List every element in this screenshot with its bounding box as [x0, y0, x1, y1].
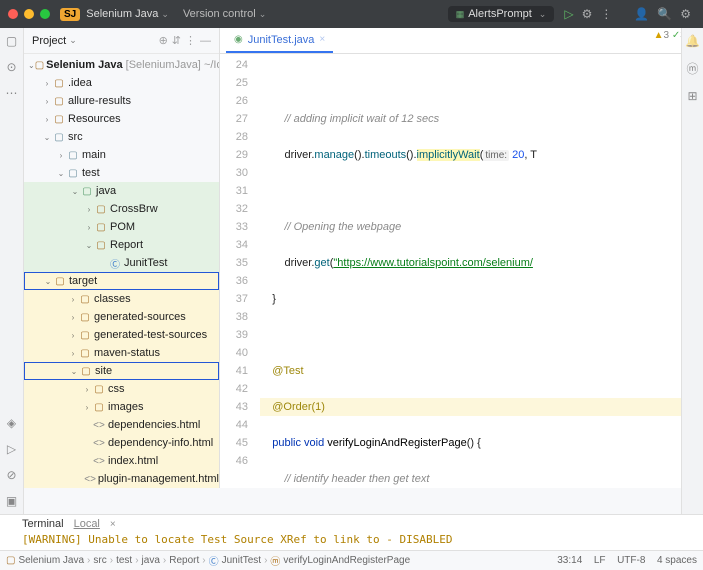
close-icon[interactable]: [8, 9, 18, 19]
tree-node-pom[interactable]: ›▢POM: [24, 218, 219, 236]
tree-node-classes[interactable]: ›▢classes: [24, 290, 219, 308]
tree-node-site[interactable]: ⌄▢site: [24, 362, 219, 380]
git-icon[interactable]: ◈: [7, 416, 16, 430]
notifications-icon[interactable]: 🔔: [685, 34, 700, 48]
tree-node-css[interactable]: ›▢css: [24, 380, 219, 398]
right-tool-rail: 🔔 ⓜ ⊞: [681, 28, 703, 514]
code-editor[interactable]: 2425262728293031323334353637383940414243…: [220, 54, 703, 488]
maximize-icon[interactable]: [40, 9, 50, 19]
tree-node-maven[interactable]: ›▢maven-status: [24, 344, 219, 362]
run-config-selector[interactable]: ▦ AlertsPrompt ⌄: [448, 6, 555, 22]
breadcrumb-item[interactable]: JunitTest: [222, 555, 261, 566]
maven-icon[interactable]: ⓜ: [686, 60, 698, 77]
editor-tab-junittest[interactable]: ◉ JunitTest.java ×: [226, 29, 333, 53]
class-icon: Ⓒ: [209, 553, 219, 568]
close-terminal-icon[interactable]: ×: [110, 519, 116, 530]
tree-file-dependencies[interactable]: <>dependencies.html: [24, 416, 219, 434]
expand-icon[interactable]: ⇵: [172, 34, 181, 47]
chevron-down-icon: ⌄: [539, 9, 547, 20]
left-bottom-rail: ▢ ⊙ ⋯ ◈ ▷ ⊘ ▣: [0, 28, 24, 514]
breadcrumb-item[interactable]: verifyLoginAndRegisterPage: [283, 555, 410, 566]
status-bar: ▢ Selenium Java› src› test› java› Report…: [0, 550, 703, 570]
tree-node-report[interactable]: ⌄▢Report: [24, 236, 219, 254]
more-icon[interactable]: ⋯: [6, 86, 18, 100]
minimize-icon[interactable]: [24, 9, 34, 19]
run-icon[interactable]: ▷: [564, 7, 573, 21]
search-icon[interactable]: 🔍: [657, 7, 672, 21]
tree-file-index[interactable]: <>index.html: [24, 452, 219, 470]
tree-node-main[interactable]: ›▢main: [24, 146, 219, 164]
tree-file-depinfo[interactable]: <>dependency-info.html: [24, 434, 219, 452]
terminal-tool-icon[interactable]: ▣: [6, 494, 17, 508]
project-sidebar: Project ⌄ ⊕ ⇵ ⋮ — ⌄▢Selenium Java [Selen…: [24, 28, 220, 488]
gutter[interactable]: 2425262728293031323334353637383940414243…: [220, 54, 254, 488]
encoding[interactable]: UTF-8: [617, 555, 645, 566]
tree-node-allure[interactable]: ›▢allure-results: [24, 92, 219, 110]
breadcrumb-item[interactable]: java: [142, 555, 160, 566]
folder-icon: ▢: [6, 555, 15, 566]
tree-node-src[interactable]: ⌄▢src: [24, 128, 219, 146]
chevron-down-icon[interactable]: ⌄: [161, 9, 169, 20]
titlebar: SJ Selenium Java⌄ Version control⌄ ▦ Ale…: [0, 0, 703, 28]
hide-icon[interactable]: —: [200, 35, 211, 47]
project-badge: SJ: [60, 8, 80, 21]
tab-label: JunitTest.java: [248, 34, 315, 46]
tree-node-resources[interactable]: ›▢Resources: [24, 110, 219, 128]
tree-node-crossbrw[interactable]: ›▢CrossBrw: [24, 200, 219, 218]
window-controls[interactable]: [8, 9, 50, 19]
more-icon[interactable]: ⋮: [600, 7, 612, 21]
bookmarks-icon[interactable]: ⊙: [6, 60, 16, 74]
editor-pane: ◉ JunitTest.java × ⋮ ▲3 ✓3 ⌃ 24252627282…: [220, 28, 703, 488]
database-icon[interactable]: ⊞: [687, 89, 697, 103]
vcs-menu[interactable]: Version control: [183, 8, 256, 20]
breadcrumb-item[interactable]: Selenium Java: [18, 555, 84, 566]
tree-node-idea[interactable]: ›▢.idea: [24, 74, 219, 92]
chevron-down-icon[interactable]: ⌄: [259, 9, 267, 20]
user-icon[interactable]: 👤: [634, 7, 649, 21]
sidebar-header: Project ⌄ ⊕ ⇵ ⋮ —: [24, 28, 219, 54]
select-opened-icon[interactable]: ⊕: [159, 34, 168, 47]
tree-node-images[interactable]: ›▢images: [24, 398, 219, 416]
terminal-local-tab[interactable]: Local: [74, 518, 100, 530]
editor-tabs: ◉ JunitTest.java × ⋮: [220, 28, 703, 54]
method-icon: ⓜ: [270, 553, 280, 568]
tree-node-target[interactable]: ⌄▢target: [24, 272, 219, 290]
chevron-down-icon[interactable]: ⌄: [69, 35, 77, 46]
run-tool-icon[interactable]: ▷: [7, 442, 16, 456]
debug-icon[interactable]: ⚙: [582, 7, 593, 21]
breadcrumb-item[interactable]: Report: [169, 555, 199, 566]
java-file-icon: ◉: [234, 34, 243, 45]
project-name[interactable]: Selenium Java: [86, 8, 158, 20]
project-tool-icon[interactable]: ▢: [6, 34, 17, 48]
tree-node-gentest[interactable]: ›▢generated-test-sources: [24, 326, 219, 344]
intention-bulb-icon[interactable]: 💡: [254, 362, 256, 380]
breadcrumb-item[interactable]: src: [93, 555, 106, 566]
problems-icon[interactable]: ⊘: [6, 468, 16, 482]
indent[interactable]: 4 spaces: [657, 555, 697, 566]
code-lines[interactable]: // adding implicit wait of 12 secs drive…: [254, 54, 703, 488]
close-tab-icon[interactable]: ×: [319, 34, 325, 45]
tree-node-gensrc[interactable]: ›▢generated-sources: [24, 308, 219, 326]
tree-file-plugmgmt[interactable]: <>plugin-management.html: [24, 470, 219, 488]
breadcrumb-item[interactable]: test: [116, 555, 132, 566]
tree-node-junit[interactable]: ⒸJunitTest: [24, 254, 219, 272]
tree-node-java[interactable]: ⌄▢java: [24, 182, 219, 200]
project-tree[interactable]: ⌄▢Selenium Java [SeleniumJava] ~/IdeaPro…: [24, 54, 219, 488]
sidebar-title[interactable]: Project: [32, 35, 66, 47]
tree-root[interactable]: ⌄▢Selenium Java [SeleniumJava] ~/IdeaPro…: [24, 56, 219, 74]
run-config-icon: ▦: [456, 9, 465, 20]
settings-icon[interactable]: ⚙: [680, 7, 691, 21]
terminal-output[interactable]: [WARNING] Unable to locate Test Source X…: [0, 533, 703, 546]
terminal-tab[interactable]: Terminal: [22, 518, 64, 530]
run-config-name: AlertsPrompt: [468, 8, 532, 20]
caret-position[interactable]: 33:14: [557, 555, 582, 566]
line-ending[interactable]: LF: [594, 555, 606, 566]
terminal-panel: Terminal Local × [WARNING] Unable to loc…: [0, 514, 703, 550]
options-icon[interactable]: ⋮: [185, 34, 196, 47]
tree-node-test[interactable]: ⌄▢test: [24, 164, 219, 182]
